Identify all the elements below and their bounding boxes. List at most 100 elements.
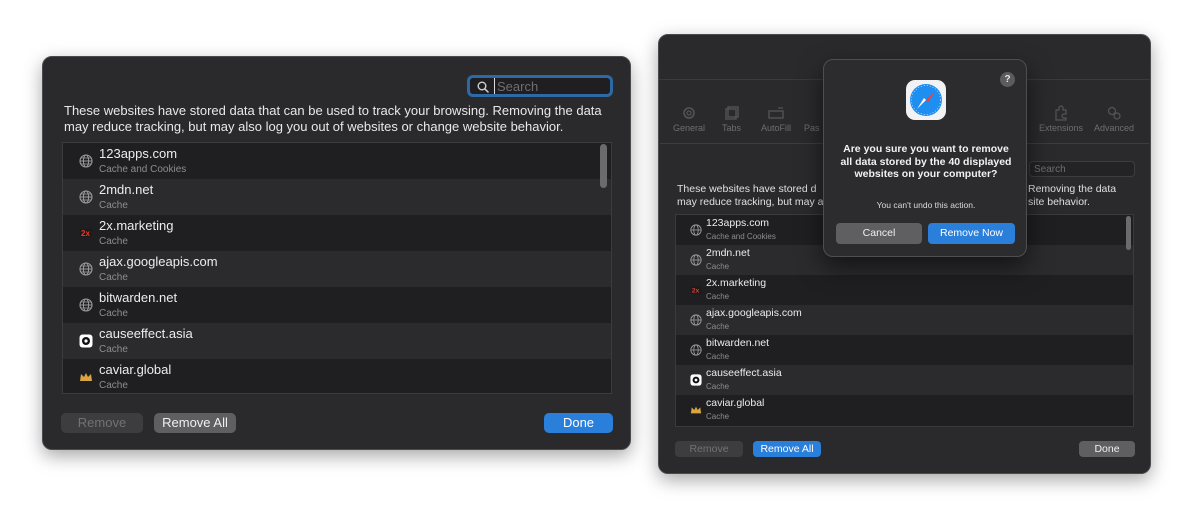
- website-data-window: These websites have stored data that can…: [42, 56, 631, 450]
- autofill-icon: [768, 107, 784, 119]
- safari-app-icon: [906, 80, 946, 120]
- globe-icon: [690, 224, 702, 236]
- help-button[interactable]: ?: [1000, 72, 1015, 87]
- list-item[interactable]: 2mdn.net Cache: [63, 179, 611, 215]
- site-name: 2mdn.net: [99, 182, 154, 197]
- 2x-favicon-icon: 2x: [80, 229, 92, 238]
- crown-favicon-icon: [80, 373, 92, 381]
- svg-text:2x: 2x: [81, 229, 90, 238]
- description-line: site behavior.: [1028, 196, 1090, 208]
- description-text-right: Removing the data site behavior.: [1028, 183, 1148, 209]
- remove-all-button[interactable]: Remove All: [753, 441, 821, 457]
- done-button[interactable]: Done: [1079, 441, 1135, 457]
- list-item[interactable]: bitwarden.net Cache: [63, 287, 611, 323]
- site-name: caviar.global: [99, 362, 172, 377]
- site-data-type: Cache: [706, 262, 730, 271]
- search-input[interactable]: [1034, 163, 1130, 175]
- tab-autofill[interactable]: AutoFill: [761, 105, 791, 133]
- list-item[interactable]: causeeffect.asia Cache: [63, 323, 611, 359]
- site-name: caviar.global: [706, 397, 765, 409]
- tab-tabs[interactable]: Tabs: [722, 105, 741, 133]
- site-name: ajax.googleapis.com: [706, 307, 802, 319]
- list-item[interactable]: 123apps.com Cache and Cookies: [63, 143, 611, 179]
- cancel-button[interactable]: Cancel: [836, 223, 922, 244]
- remove-button[interactable]: Remove: [61, 413, 143, 433]
- site-data-type: Cache: [99, 200, 128, 211]
- causeeffect-favicon-icon: [690, 374, 702, 386]
- site-data-type: Cache: [99, 380, 128, 391]
- alert-title: Are you sure you want to remove all data…: [840, 143, 1012, 180]
- site-name: 2mdn.net: [706, 247, 750, 259]
- list-item[interactable]: causeeffect.asia Cache: [676, 365, 1133, 395]
- site-name: causeeffect.asia: [99, 326, 193, 341]
- site-name: 123apps.com: [706, 217, 770, 229]
- remove-all-button[interactable]: Remove All: [154, 413, 236, 433]
- search-field[interactable]: [467, 75, 613, 97]
- site-name: 123apps.com: [99, 146, 178, 161]
- tab-label: Tabs: [722, 123, 742, 133]
- description-text: These websites have stored data that can…: [64, 103, 602, 134]
- tab-passwords[interactable]: Pas: [804, 105, 820, 133]
- site-data-type: Cache and Cookies: [706, 232, 776, 241]
- site-name: causeeffect.asia: [706, 367, 782, 379]
- site-data-type: Cache: [706, 292, 730, 301]
- site-data-type: Cache: [706, 382, 730, 391]
- tab-extensions[interactable]: Extensions: [1039, 105, 1083, 133]
- site-data-type: Cache: [706, 412, 730, 421]
- tab-general[interactable]: General: [673, 105, 705, 133]
- tab-label: AutoFill: [761, 123, 792, 133]
- site-data-type: Cache: [99, 236, 128, 247]
- alert-message: You can't undo this action.: [876, 200, 976, 210]
- list-item[interactable]: ajax.googleapis.com Cache: [63, 251, 611, 287]
- done-button[interactable]: Done: [544, 413, 613, 433]
- tab-label: General: [673, 123, 706, 133]
- site-data-type: Cache and Cookies: [99, 164, 187, 175]
- globe-icon: [690, 344, 702, 356]
- globe-icon: [79, 298, 93, 312]
- site-data-type: Cache: [99, 344, 128, 355]
- site-data-type: Cache: [706, 322, 730, 331]
- list-item[interactable]: ajax.googleapis.com Cache: [676, 305, 1133, 335]
- search-field[interactable]: [1029, 161, 1135, 177]
- tab-advanced[interactable]: Advanced: [1094, 105, 1134, 133]
- site-name: bitwarden.net: [706, 337, 770, 349]
- tab-label: Pas: [804, 123, 820, 133]
- gear-icon: [683, 107, 695, 119]
- list-item[interactable]: caviar.global Cache: [676, 395, 1133, 425]
- search-icon: [477, 81, 489, 93]
- site-data-type: Cache: [99, 272, 128, 283]
- tab-label: Advanced: [1094, 123, 1135, 133]
- crown-favicon-icon: [690, 406, 702, 414]
- website-list[interactable]: 123apps.com Cache and Cookies 2mdn.net C…: [62, 142, 612, 394]
- description-line: Removing the data: [1028, 183, 1117, 195]
- site-data-type: Cache: [99, 308, 128, 319]
- list-item[interactable]: 2x 2x.marketing Cache: [676, 275, 1133, 305]
- list-item[interactable]: caviar.global Cache: [63, 359, 611, 393]
- remove-button[interactable]: Remove: [675, 441, 743, 457]
- globe-icon: [690, 314, 702, 326]
- list-item[interactable]: 2x 2x.marketing Cache: [63, 215, 611, 251]
- site-name: 2x.marketing: [706, 277, 767, 289]
- causeeffect-favicon-icon: [79, 334, 93, 348]
- site-data-type: Cache: [706, 352, 730, 361]
- globe-icon: [690, 254, 702, 266]
- 2x-favicon-icon: 2x: [690, 286, 702, 295]
- globe-icon: [79, 262, 93, 276]
- tab-label: Extensions: [1039, 123, 1084, 133]
- tabs-icon: [724, 106, 739, 120]
- description-line: These websites have stored d: [677, 183, 817, 195]
- svg-text:2x: 2x: [692, 288, 700, 295]
- confirm-remove-alert: ? Are you sure you want to remove all da…: [823, 59, 1027, 257]
- remove-now-button[interactable]: Remove Now: [928, 223, 1015, 244]
- gears-icon: [1107, 106, 1121, 120]
- scrollbar-thumb[interactable]: [600, 144, 607, 188]
- site-name: ajax.googleapis.com: [99, 254, 218, 269]
- site-name: bitwarden.net: [99, 290, 178, 305]
- globe-icon: [79, 154, 93, 168]
- site-name: 2x.marketing: [99, 218, 174, 233]
- description-text-left: These websites have stored d may reduce …: [677, 183, 837, 209]
- search-input[interactable]: [494, 78, 604, 94]
- globe-icon: [79, 190, 93, 204]
- scrollbar-thumb[interactable]: [1126, 216, 1131, 250]
- list-item[interactable]: bitwarden.net Cache: [676, 335, 1133, 365]
